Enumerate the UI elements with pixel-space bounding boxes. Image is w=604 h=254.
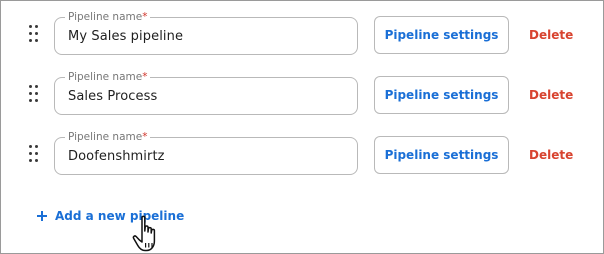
pipeline-name-value: Doofenshmirtz xyxy=(68,149,165,164)
pipeline-name-field[interactable]: Pipeline name* Doofenshmirtz xyxy=(54,130,358,175)
pipeline-name-value: Sales Process xyxy=(68,89,158,104)
pipeline-row: Pipeline name* Sales Process Pipeline se… xyxy=(1,70,604,119)
pipeline-settings-button[interactable]: Pipeline settings xyxy=(374,16,509,54)
pipeline-settings-button[interactable]: Pipeline settings xyxy=(374,76,509,114)
pipeline-name-field[interactable]: Pipeline name* My Sales pipeline xyxy=(54,10,358,55)
drag-handle-icon[interactable] xyxy=(29,145,41,167)
pipeline-row: Pipeline name* Doofenshmirtz Pipeline se… xyxy=(1,130,604,179)
delete-pipeline-button[interactable]: Delete xyxy=(529,87,573,103)
required-asterisk: * xyxy=(142,11,148,23)
pipeline-name-label: Pipeline name* xyxy=(65,10,151,24)
drag-handle-icon[interactable] xyxy=(29,25,41,47)
delete-pipeline-button[interactable]: Delete xyxy=(529,27,573,43)
hand-pointer-icon xyxy=(132,215,156,252)
plus-icon xyxy=(37,211,47,221)
pipelines-panel: Pipeline name* My Sales pipeline Pipelin… xyxy=(0,0,604,254)
delete-pipeline-button[interactable]: Delete xyxy=(529,147,573,163)
pipeline-name-label: Pipeline name* xyxy=(65,130,151,144)
required-asterisk: * xyxy=(142,131,148,143)
required-asterisk: * xyxy=(142,71,148,83)
pipeline-name-label: Pipeline name* xyxy=(65,70,151,84)
pipeline-settings-button[interactable]: Pipeline settings xyxy=(374,136,509,174)
pipeline-row: Pipeline name* My Sales pipeline Pipelin… xyxy=(1,10,604,59)
drag-handle-icon[interactable] xyxy=(29,85,41,107)
pipeline-name-value: My Sales pipeline xyxy=(68,29,184,44)
pipeline-name-field[interactable]: Pipeline name* Sales Process xyxy=(54,70,358,115)
